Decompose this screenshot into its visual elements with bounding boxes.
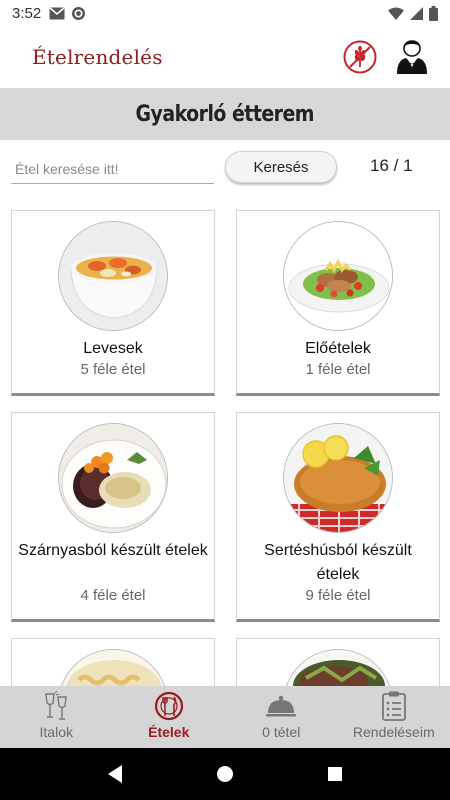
search-input[interactable]	[11, 154, 214, 184]
page-counter: 16 / 1	[370, 156, 413, 175]
gluten-free-filter-button[interactable]	[342, 39, 378, 75]
sync-notification-icon	[72, 6, 86, 20]
poultry-photo	[58, 423, 168, 533]
wine-glasses-icon	[45, 691, 68, 720]
recents-square-icon	[328, 767, 342, 781]
plate-cutlery-icon	[154, 691, 183, 721]
recents-button[interactable]	[315, 754, 355, 794]
search-button[interactable]: Keresés	[225, 151, 337, 183]
status-time: 3:52	[12, 4, 42, 22]
category-count: 5 féle étel	[80, 361, 146, 378]
home-circle-icon	[217, 766, 233, 782]
nav-item-etelek[interactable]: Ételek	[113, 686, 226, 748]
wifi-icon	[388, 7, 404, 20]
pork-photo	[283, 423, 393, 533]
category-card-eloetelek[interactable]: Előételek 1 féle étel	[236, 210, 440, 396]
home-button[interactable]	[205, 754, 245, 794]
signal-icon	[410, 6, 423, 20]
status-bar: 3:52	[0, 0, 450, 26]
nav-item-italok[interactable]: Italok	[0, 686, 113, 748]
pasta-photo	[58, 649, 168, 686]
appetizer-photo	[283, 221, 393, 331]
nav-label: Rendeléseim	[352, 724, 435, 740]
nav-label: 0 tétel	[262, 724, 301, 740]
category-name: Sertéshúsból készült ételek	[264, 542, 412, 583]
category-name: Levesek	[83, 340, 143, 357]
nav-item-cart[interactable]: 0 tétel	[225, 686, 338, 748]
soup-photo	[58, 221, 168, 331]
restaurant-bar: Gyakorló étterem	[0, 88, 450, 140]
category-name: Szárnyasból készült ételek	[18, 542, 208, 559]
back-button[interactable]	[95, 754, 135, 794]
restaurant-name: Gyakorló étterem	[135, 101, 315, 127]
app-title: Ételrendelés	[32, 45, 163, 69]
category-grid: Levesek 5 féle étel Előételek 1 féle éte…	[0, 200, 450, 686]
android-nav-bar	[0, 748, 450, 800]
nav-item-rendeleseim[interactable]: Rendeléseim	[338, 686, 450, 748]
cloche-icon	[266, 695, 297, 717]
category-count: 1 féle étel	[305, 361, 371, 378]
bottom-nav: Italok Ételek 0 tétel Rendeléseim	[0, 686, 450, 748]
back-triangle-icon	[108, 765, 122, 783]
battery-icon	[429, 5, 438, 21]
clipboard-icon	[381, 691, 406, 721]
category-card-szarnyas[interactable]: Szárnyasból készült ételek 4 féle étel	[11, 412, 215, 622]
waiter-icon	[397, 40, 427, 74]
nav-label: Ételek	[148, 724, 190, 740]
category-card-dish[interactable]	[236, 638, 440, 686]
app-header: Ételrendelés	[0, 26, 450, 88]
gmail-notification-icon	[49, 6, 65, 19]
category-card-pasta[interactable]	[11, 638, 215, 686]
nav-label: Italok	[39, 724, 73, 740]
category-count: 9 féle étel	[305, 587, 371, 604]
category-card-levesek[interactable]: Levesek 5 féle étel	[11, 210, 215, 396]
waiter-profile-button[interactable]	[394, 39, 430, 75]
dish-photo	[283, 649, 393, 686]
category-count: 4 féle étel	[80, 587, 146, 604]
category-name: Előételek	[305, 340, 371, 357]
wheat-icon	[343, 40, 377, 74]
search-row: Keresés 16 / 1	[0, 148, 450, 188]
category-card-sertes[interactable]: Sertéshúsból készült ételek 9 féle étel	[236, 412, 440, 622]
